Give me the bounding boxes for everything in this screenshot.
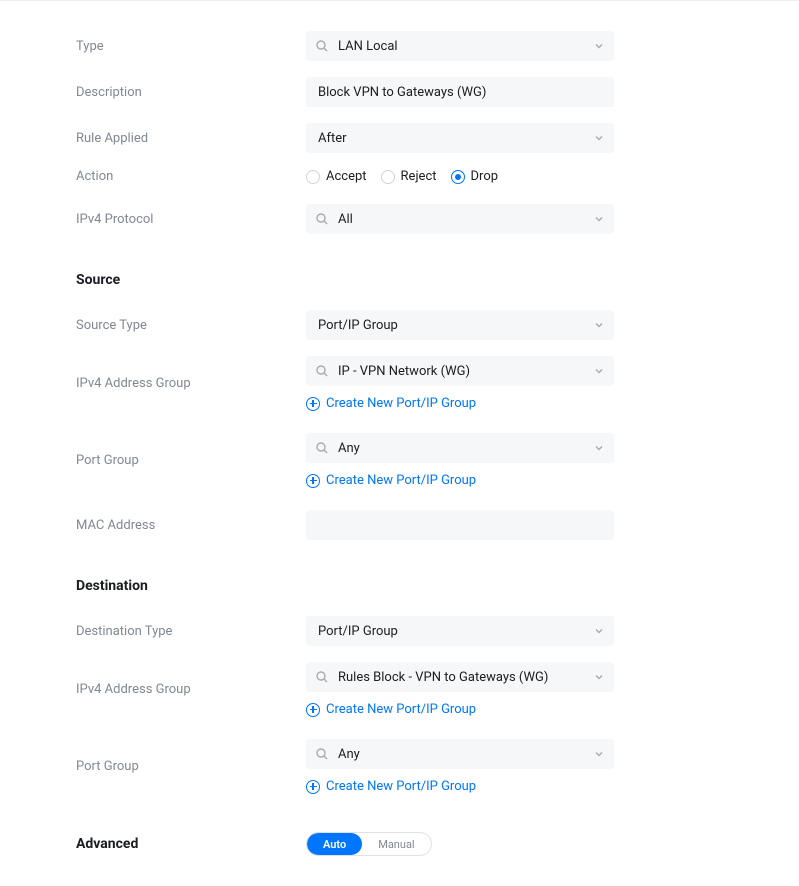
plus-circle-icon [306,474,320,488]
advanced-auto-option[interactable]: Auto [307,833,362,855]
source-type-value: Port/IP Group [318,318,594,333]
destination-section-header: Destination [76,578,723,594]
source-section-header: Source [76,272,723,288]
mac-address-label: MAC Address [76,518,306,533]
destination-port-group-select[interactable]: Any [306,739,614,769]
action-label: Action [76,169,306,184]
chevron-down-icon [594,672,604,682]
source-type-label: Source Type [76,318,306,333]
destination-port-group-label: Port Group [76,759,306,774]
destination-port-group-value: Any [338,747,594,762]
advanced-toggle: Auto Manual [306,832,432,856]
source-port-group-value: Any [338,441,594,456]
mac-address-input[interactable] [306,510,614,540]
radio-icon [451,170,465,184]
ipv4-protocol-label: IPv4 Protocol [76,212,306,227]
action-accept-label: Accept [326,169,367,184]
destination-type-select[interactable]: Port/IP Group [306,616,614,646]
search-icon [316,442,328,454]
chevron-down-icon [594,443,604,453]
plus-circle-icon [306,397,320,411]
chevron-down-icon [594,133,604,143]
create-link-text: Create New Port/IP Group [326,396,476,411]
action-reject-radio[interactable]: Reject [381,169,437,184]
chevron-down-icon [594,214,604,224]
destination-type-label: Destination Type [76,624,306,639]
source-port-group-select[interactable]: Any [306,433,614,463]
create-link-text: Create New Port/IP Group [326,779,476,794]
rule-applied-value: After [318,131,594,146]
create-source-port-group-link[interactable]: Create New Port/IP Group [306,473,614,488]
action-radio-group: Accept Reject Drop [306,169,614,184]
advanced-manual-option[interactable]: Manual [362,833,430,855]
search-icon [316,213,328,225]
search-icon [316,365,328,377]
ipv4-protocol-value: All [338,212,594,227]
source-type-select[interactable]: Port/IP Group [306,310,614,340]
create-source-ipv4-group-link[interactable]: Create New Port/IP Group [306,396,614,411]
search-icon [316,748,328,760]
destination-ipv4-group-value: Rules Block - VPN to Gateways (WG) [338,670,594,685]
action-drop-radio[interactable]: Drop [451,169,499,184]
action-accept-radio[interactable]: Accept [306,169,367,184]
search-icon [316,671,328,683]
ipv4-protocol-select[interactable]: All [306,204,614,234]
create-link-text: Create New Port/IP Group [326,702,476,717]
action-reject-label: Reject [401,169,437,184]
type-select[interactable]: LAN Local [306,31,614,61]
source-ipv4-group-select[interactable]: IP - VPN Network (WG) [306,356,614,386]
radio-icon [306,170,320,184]
create-link-text: Create New Port/IP Group [326,473,476,488]
source-ipv4-group-label: IPv4 Address Group [76,376,306,391]
source-ipv4-group-value: IP - VPN Network (WG) [338,364,594,379]
plus-circle-icon [306,703,320,717]
advanced-section-header: Advanced [76,836,306,852]
chevron-down-icon [594,320,604,330]
chevron-down-icon [594,626,604,636]
chevron-down-icon [594,749,604,759]
action-drop-label: Drop [471,169,499,184]
radio-icon [381,170,395,184]
description-label: Description [76,85,306,100]
type-label: Type [76,39,306,54]
destination-ipv4-group-select[interactable]: Rules Block - VPN to Gateways (WG) [306,662,614,692]
type-value: LAN Local [338,39,594,54]
chevron-down-icon [594,41,604,51]
chevron-down-icon [594,366,604,376]
create-destination-ipv4-group-link[interactable]: Create New Port/IP Group [306,702,614,717]
rule-applied-label: Rule Applied [76,131,306,146]
plus-circle-icon [306,780,320,794]
source-port-group-label: Port Group [76,453,306,468]
destination-ipv4-group-label: IPv4 Address Group [76,682,306,697]
destination-type-value: Port/IP Group [318,624,594,639]
search-icon [316,40,328,52]
rule-applied-select[interactable]: After [306,123,614,153]
description-value: Block VPN to Gateways (WG) [318,85,486,100]
create-destination-port-group-link[interactable]: Create New Port/IP Group [306,779,614,794]
description-input[interactable]: Block VPN to Gateways (WG) [306,77,614,107]
